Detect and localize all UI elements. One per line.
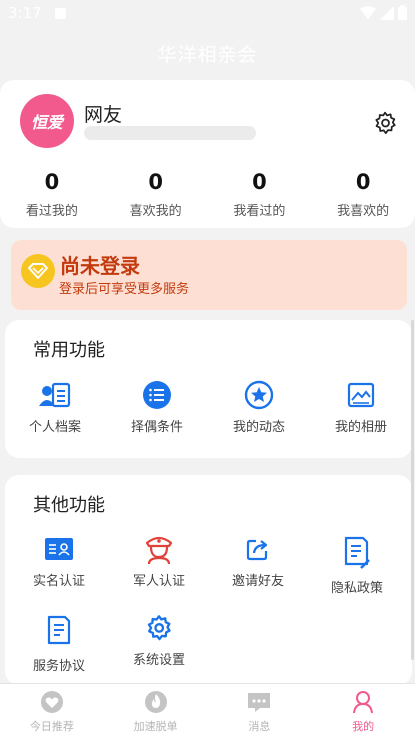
section-title: 常用功能: [33, 340, 105, 361]
stat-viewed-me[interactable]: 0 看过我的: [0, 170, 104, 219]
profile-card-icon: [38, 378, 72, 412]
fire-icon: [143, 689, 169, 715]
item-service-agreement[interactable]: 服务协议: [9, 613, 109, 674]
profile-card: 恒爱 网友 0 看过我的 0 喜欢我的 0 我看过的 0 我喜欢的: [0, 80, 415, 228]
item-invite-friends[interactable]: 邀请好友: [208, 532, 308, 589]
login-title: 尚未登录: [60, 254, 140, 278]
item-label: 邀请好友: [231, 574, 284, 589]
stat-label: 我看过的: [233, 204, 286, 219]
share-icon: [241, 532, 275, 566]
stat-value: 0: [44, 170, 60, 194]
item-label: 实名认证: [32, 574, 85, 589]
settings-icon: [142, 611, 176, 645]
item-label: 我的动态: [232, 420, 285, 435]
stat-i-liked[interactable]: 0 我喜欢的: [311, 170, 415, 219]
wifi-icon: [360, 5, 376, 19]
diamond-icon: [21, 254, 55, 288]
item-label: 军人认证: [132, 574, 185, 589]
status-time: 3:17: [8, 4, 42, 22]
user-subtitle-placeholder: [84, 126, 256, 140]
item-profile[interactable]: 个人档案: [5, 378, 105, 435]
avatar-logo-text: 恒爱: [30, 113, 63, 132]
avatar[interactable]: 恒爱: [20, 94, 74, 148]
common-functions-section: 常用功能 个人档案 择偶条件 我的动态 我的相册: [5, 320, 412, 458]
stat-liked-me[interactable]: 0 喜欢我的: [104, 170, 208, 219]
gear-icon[interactable]: [372, 110, 398, 136]
tab-mine[interactable]: 我的: [311, 684, 415, 739]
item-label: 系统设置: [132, 653, 185, 668]
item-label: 我的相册: [334, 420, 387, 435]
item-my-album[interactable]: 我的相册: [311, 378, 411, 435]
tab-messages[interactable]: 消息: [208, 684, 312, 739]
tab-speed-match[interactable]: 加速脱单: [104, 684, 208, 739]
document-edit-icon: [340, 535, 374, 571]
item-partner-criteria[interactable]: 择偶条件: [107, 378, 207, 435]
stat-value: 0: [148, 170, 163, 194]
tab-today-recommend[interactable]: 今日推荐: [0, 684, 104, 739]
photo-icon: [344, 378, 378, 412]
tab-label: 消息: [248, 720, 271, 733]
star-icon: [242, 378, 276, 412]
app-title: 华洋相亲会: [157, 43, 258, 66]
status-icons: [360, 5, 407, 20]
item-label: 服务协议: [32, 659, 85, 674]
tab-label: 今日推荐: [29, 720, 74, 733]
item-privacy-policy[interactable]: 隐私政策: [307, 535, 407, 596]
document-icon: [42, 613, 76, 649]
stat-value: 0: [252, 170, 267, 194]
other-functions-section: 其他功能 实名认证 军人认证 邀请好友 隐私政策 服务协议 系统设置: [5, 475, 412, 685]
app-header: 华洋相亲会: [0, 28, 415, 78]
message-icon: [246, 689, 272, 715]
stat-label: 喜欢我的: [129, 204, 182, 219]
item-label: 个人档案: [28, 420, 81, 435]
user-name[interactable]: 网友: [84, 100, 122, 127]
stat-i-viewed[interactable]: 0 我看过的: [208, 170, 312, 219]
item-label: 择偶条件: [130, 420, 183, 435]
item-label: 隐私政策: [330, 581, 383, 596]
stat-label: 我喜欢的: [337, 204, 390, 219]
status-bar: 3:17: [0, 0, 415, 28]
stat-label: 看过我的: [25, 204, 78, 219]
soldier-icon: [142, 532, 176, 566]
scrollbar[interactable]: [411, 320, 414, 660]
stats-row: 0 看过我的 0 喜欢我的 0 我看过的 0 我喜欢的: [0, 170, 415, 219]
tab-label: 加速脱单: [133, 720, 178, 733]
tab-label: 我的: [352, 720, 375, 733]
login-banner[interactable]: 尚未登录 登录后可享受更多服务: [11, 240, 407, 310]
item-system-settings[interactable]: 系统设置: [109, 611, 209, 668]
id-card-icon: [42, 532, 76, 566]
section-title: 其他功能: [33, 495, 105, 516]
item-my-moments[interactable]: 我的动态: [209, 378, 309, 435]
list-icon: [140, 378, 174, 412]
login-subtitle: 登录后可享受更多服务: [59, 282, 190, 297]
bottom-tab-bar: 今日推荐 加速脱单 消息 我的: [0, 683, 415, 739]
stat-value: 0: [355, 170, 371, 194]
notification-icon: [55, 8, 66, 19]
battery-icon: [398, 5, 407, 20]
signal-icon: [380, 5, 394, 20]
item-soldier-auth[interactable]: 军人认证: [109, 532, 209, 589]
heart-icon: [39, 689, 65, 715]
person-icon: [350, 689, 376, 715]
item-real-name-auth[interactable]: 实名认证: [9, 532, 109, 589]
